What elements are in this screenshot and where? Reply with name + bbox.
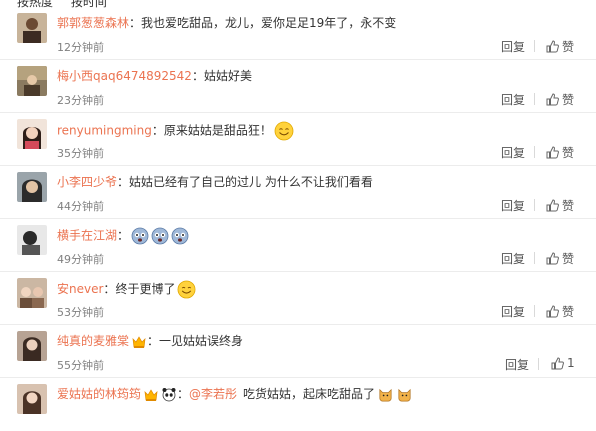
like-label: 赞 [562,40,575,54]
comment-time: 53分钟前 [57,306,104,319]
reply-button[interactable]: 回复 [501,197,525,214]
crying-emoji-icon [131,227,149,245]
thumbs-up-icon [546,252,559,265]
smile-emoji-icon [178,280,196,299]
vip-badge-icon [144,388,158,401]
comment-text: 姑姑好美 [203,69,252,83]
like-label: 赞 [562,252,575,266]
reply-button[interactable]: 回复 [501,91,525,108]
crying-emoji-icon [151,227,169,245]
avatar[interactable] [17,66,47,96]
thumbs-up-icon [546,146,559,159]
like-button[interactable]: 赞 [546,144,574,161]
avatar[interactable] [17,384,47,414]
panda-icon [162,388,176,402]
divider [534,93,535,105]
like-button[interactable]: 赞 [546,38,574,55]
comment-item: 纯真的麦雅棠 ：一见姑姑误终身 55分钟前 回复 1 [0,325,596,378]
divider [534,305,535,317]
comment-username[interactable]: 横手在江湖 [57,229,117,243]
thumbs-up-icon [546,40,559,53]
vip-badge-icon [132,335,146,348]
smile-emoji-icon [274,121,294,141]
like-count: 1 [567,356,575,370]
like-button[interactable]: 赞 [546,303,574,320]
comment-item: 安never：终于更博了 53分钟前 回复 赞 [0,272,596,325]
divider [534,146,535,158]
like-label: 赞 [562,305,575,319]
comment-username[interactable]: renyumingming [57,124,152,138]
thumbs-up-icon [546,199,559,212]
comment-item: renyumingming：原来姑姑是甜品狂！ 35分钟前 回复 赞 [0,113,596,166]
reply-button[interactable]: 回复 [505,356,529,373]
comment-item: 小李四少爷：姑姑已经有了自己的过儿 为什么不让我们看看 44分钟前 回复 赞 [0,166,596,219]
avatar[interactable] [17,13,47,43]
avatar[interactable] [17,331,47,361]
like-label: 赞 [562,93,575,107]
reply-button[interactable]: 回复 [501,303,525,320]
divider [538,358,539,370]
reply-button[interactable]: 回复 [501,144,525,161]
comment-text: 我也爱吃甜品，龙儿，爱你足足19年了，永不变 [141,16,397,30]
comment-item: 郭郭葱葱森林：我也爱吃甜品，龙儿，爱你足足19年了，永不变 12分钟前 回复 赞 [0,7,596,60]
like-button[interactable]: 赞 [546,250,574,267]
comment-username[interactable]: 安never [57,282,103,296]
comment-item: 横手在江湖： 49分钟前 回复 赞 [0,219,596,272]
mention-link[interactable]: @李若彤 [189,387,237,401]
thumbs-up-icon [546,305,559,318]
comment-text: 一见姑姑误终身 [159,334,244,348]
divider [534,199,535,211]
like-button[interactable]: 赞 [546,91,574,108]
divider [534,252,535,264]
comment-item: 爱姑姑的林筠筠 ：@李若彤 吃货姑姑，起床吃甜品了 [0,378,596,431]
thumbs-up-icon [546,93,559,106]
like-button[interactable]: 1 [551,356,575,370]
comment-username[interactable]: 纯真的麦雅棠 [57,334,129,348]
reply-button[interactable]: 回复 [501,250,525,267]
comment-item: 梅小西qaq6474892542：姑姑好美 23分钟前 回复 赞 [0,60,596,113]
comment-time: 23分钟前 [57,94,104,107]
comment-username[interactable]: 梅小西qaq6474892542 [57,69,192,83]
divider [534,40,535,52]
crying-emoji-icon [171,227,189,245]
avatar[interactable] [17,119,47,149]
avatar[interactable] [17,225,47,255]
like-label: 赞 [562,199,575,213]
comment-username[interactable]: 小李四少爷 [57,175,117,189]
like-button[interactable]: 赞 [546,197,574,214]
comment-text: 姑姑已经有了自己的过儿 为什么不让我们看看 [129,175,373,189]
avatar[interactable] [17,172,47,202]
comment-username[interactable]: 爱姑姑的林筠筠 [57,387,141,401]
comment-text: 吃货姑姑，起床吃甜品了 [243,387,376,401]
cat-emoji-icon [398,388,411,402]
comment-username[interactable]: 郭郭葱葱森林 [57,16,129,30]
avatar[interactable] [17,278,47,308]
comment-time: 44分钟前 [57,200,104,213]
comment-time: 12分钟前 [57,41,104,54]
comment-time: 55分钟前 [57,359,104,372]
comment-time: 35分钟前 [57,147,104,160]
comment-time: 49分钟前 [57,253,104,266]
thumbs-up-icon [551,356,564,369]
like-label: 赞 [562,146,575,160]
reply-button[interactable]: 回复 [501,38,525,55]
sort-tabs: 按热度 按时间 [0,0,596,9]
comment-text: 终于更博了 [115,282,176,296]
comment-text: 原来姑姑是甜品狂！ [163,123,272,138]
cat-emoji-icon [379,388,392,402]
